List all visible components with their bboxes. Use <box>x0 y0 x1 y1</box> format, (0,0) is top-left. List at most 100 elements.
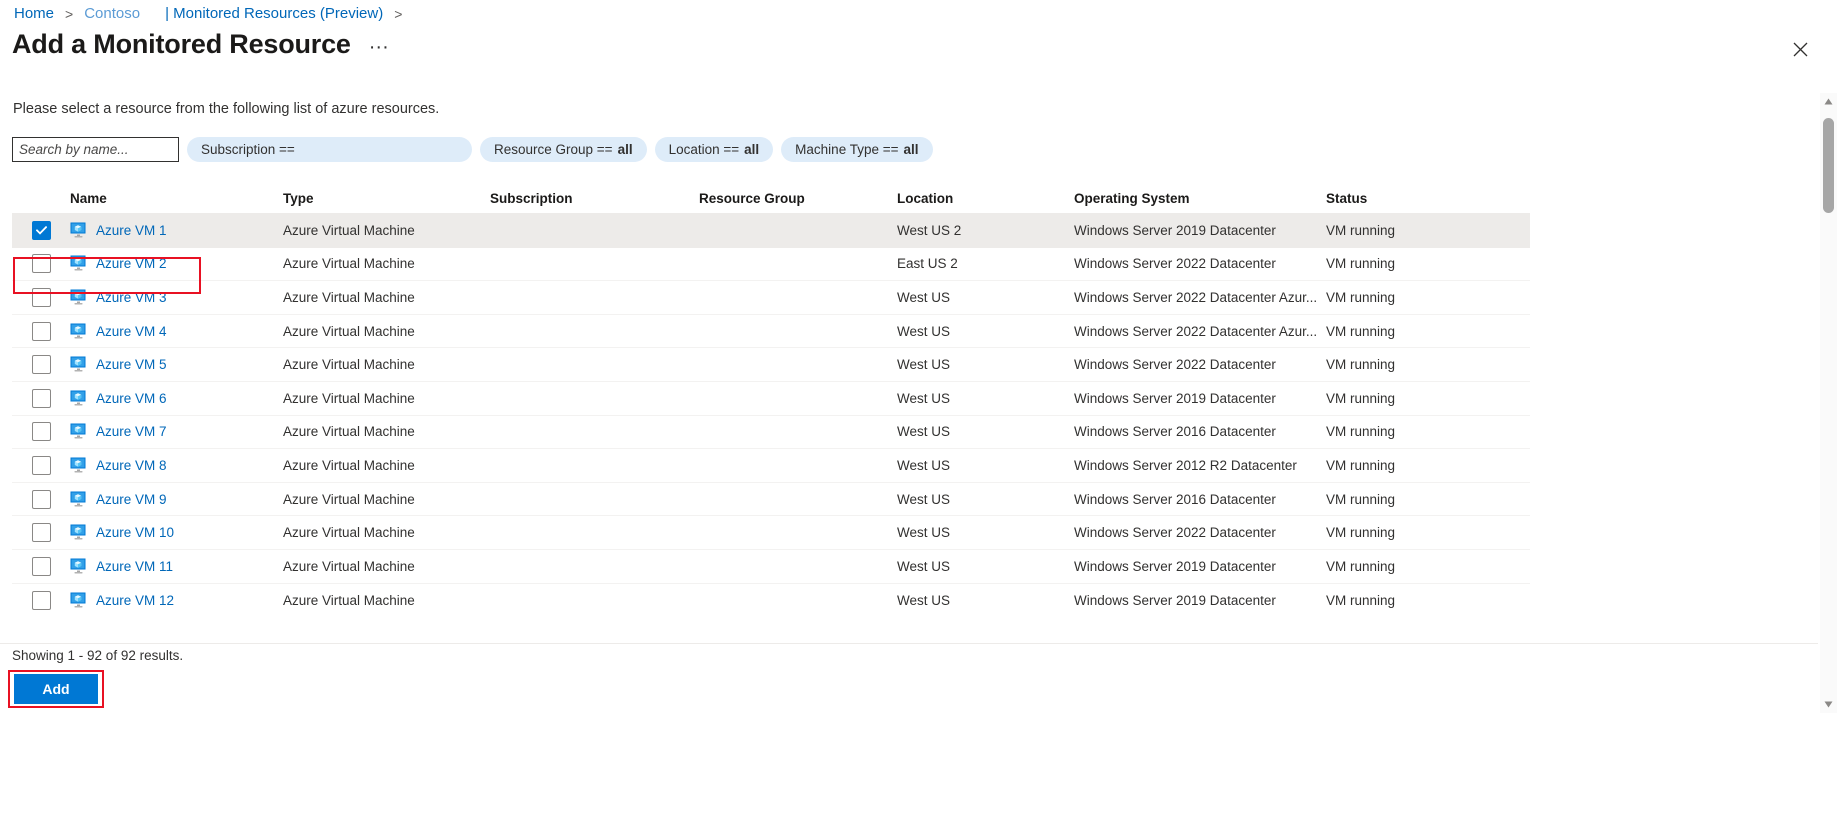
resource-link[interactable]: Azure VM 7 <box>96 424 167 439</box>
instruction-text: Please select a resource from the follow… <box>13 101 440 117</box>
cell-name: Azure VM 12 <box>70 592 283 609</box>
row-checkbox[interactable] <box>32 220 51 240</box>
row-checkbox[interactable] <box>32 254 51 274</box>
resource-link[interactable]: Azure VM 3 <box>96 290 167 305</box>
filter-pill-machine-type-label: Machine Type == <box>795 142 899 157</box>
cell-type: Azure Virtual Machine <box>283 390 415 406</box>
column-header-status[interactable]: Status <box>1326 191 1516 206</box>
column-header-operating-system[interactable]: Operating System <box>1074 191 1326 206</box>
column-header-resource-group[interactable]: Resource Group <box>699 191 897 206</box>
table-row[interactable]: Azure VM 9 Azure Virtual Machine West US… <box>12 483 1530 517</box>
table-row[interactable]: Azure VM 4 Azure Virtual Machine West US… <box>12 315 1530 349</box>
vertical-scrollbar[interactable] <box>1820 93 1837 713</box>
row-checkbox-cell <box>12 523 70 543</box>
row-checkbox-cell <box>12 489 70 509</box>
breadcrumb-item-home[interactable]: Home <box>14 4 54 24</box>
cell-type: Azure Virtual Machine <box>283 323 415 339</box>
scroll-up-arrow-icon[interactable] <box>1820 93 1837 110</box>
cell-location: West US <box>897 558 951 574</box>
cell-type: Azure Virtual Machine <box>283 558 415 574</box>
table-row[interactable]: Azure VM 1 Azure Virtual Machine West US… <box>12 214 1530 248</box>
virtual-machine-icon <box>70 255 88 272</box>
column-header-location[interactable]: Location <box>897 191 1074 206</box>
row-checkbox[interactable] <box>32 590 51 610</box>
resource-link[interactable]: Azure VM 9 <box>96 492 167 507</box>
table-bottom-divider <box>0 643 1818 644</box>
column-header-subscription[interactable]: Subscription <box>490 191 699 206</box>
filter-pill-resource-group-value: all <box>617 142 633 157</box>
resource-link[interactable]: Azure VM 12 <box>96 593 174 608</box>
row-checkbox[interactable] <box>32 388 51 408</box>
column-header-name[interactable]: Name <box>70 191 283 206</box>
cell-operating-system: Windows Server 2019 Datacenter <box>1074 222 1276 238</box>
row-checkbox[interactable] <box>32 321 51 341</box>
cell-type: Azure Virtual Machine <box>283 256 415 272</box>
cell-location: West US <box>897 323 951 339</box>
row-checkbox-cell <box>12 220 70 240</box>
table-row[interactable]: Azure VM 7 Azure Virtual Machine West US… <box>12 416 1530 450</box>
scroll-down-arrow-icon[interactable] <box>1820 696 1837 713</box>
virtual-machine-icon <box>70 323 86 339</box>
table-row[interactable]: Azure VM 8 Azure Virtual Machine West US… <box>12 449 1530 483</box>
row-checkbox[interactable] <box>32 523 51 543</box>
table-row[interactable]: Azure VM 11 Azure Virtual Machine West U… <box>12 550 1530 584</box>
cell-name: Azure VM 9 <box>70 491 283 508</box>
filter-pill-subscription[interactable]: Subscription == <box>187 137 472 162</box>
resource-link[interactable]: Azure VM 4 <box>96 324 167 339</box>
row-checkbox-cell <box>12 590 70 610</box>
close-icon[interactable] <box>1785 34 1815 64</box>
column-header-type[interactable]: Type <box>283 191 490 206</box>
cell-name: Azure VM 5 <box>70 356 283 373</box>
cell-type: Azure Virtual Machine <box>283 592 415 608</box>
filter-pill-resource-group[interactable]: Resource Group == all <box>480 137 647 162</box>
breadcrumb-item-monitored-resources[interactable]: | Monitored Resources (Preview) <box>165 4 383 24</box>
virtual-machine-icon <box>70 423 88 440</box>
cell-location: East US 2 <box>897 256 958 272</box>
table-row[interactable]: Azure VM 3 Azure Virtual Machine West US… <box>12 281 1530 315</box>
cell-status: VM running <box>1326 323 1396 339</box>
virtual-machine-icon <box>70 356 86 372</box>
filter-pill-machine-type-value: all <box>903 142 919 157</box>
row-checkbox[interactable] <box>32 422 51 442</box>
add-button[interactable]: Add <box>14 674 98 704</box>
resource-link[interactable]: Azure VM 6 <box>96 391 167 406</box>
cell-type: Azure Virtual Machine <box>283 222 415 238</box>
resource-link[interactable]: Azure VM 2 <box>96 256 167 271</box>
virtual-machine-icon <box>70 323 88 340</box>
resource-link[interactable]: Azure VM 11 <box>96 559 173 574</box>
row-checkbox[interactable] <box>32 287 51 307</box>
add-monitored-resource-page: Home > Contoso | Monitored Resources (Pr… <box>0 0 1837 826</box>
table-body: Azure VM 1 Azure Virtual Machine West US… <box>12 214 1530 617</box>
table-row[interactable]: Azure VM 5 Azure Virtual Machine West US… <box>12 348 1530 382</box>
cell-operating-system: Windows Server 2016 Datacenter <box>1074 491 1276 507</box>
table-row[interactable]: Azure VM 12 Azure Virtual Machine West U… <box>12 584 1530 618</box>
resource-link[interactable]: Azure VM 5 <box>96 357 167 372</box>
cell-status: VM running <box>1326 558 1396 574</box>
row-checkbox-cell <box>12 455 70 475</box>
resource-link[interactable]: Azure VM 10 <box>96 525 174 540</box>
scrollbar-thumb[interactable] <box>1823 118 1834 213</box>
title-row: Add a Monitored Resource ··· <box>12 27 393 61</box>
table-row[interactable]: Azure VM 6 Azure Virtual Machine West US… <box>12 382 1530 416</box>
filter-pill-location[interactable]: Location == all <box>654 137 774 162</box>
row-checkbox[interactable] <box>32 489 51 509</box>
row-checkbox-cell <box>12 556 70 576</box>
breadcrumb-item-contoso[interactable]: Contoso <box>84 4 140 24</box>
table-row[interactable]: Azure VM 10 Azure Virtual Machine West U… <box>12 516 1530 550</box>
resource-link[interactable]: Azure VM 8 <box>96 458 167 473</box>
cell-status: VM running <box>1326 592 1396 608</box>
table-row[interactable]: Azure VM 2 Azure Virtual Machine East US… <box>12 248 1530 282</box>
search-input[interactable] <box>12 137 179 162</box>
resource-link[interactable]: Azure VM 1 <box>96 223 167 238</box>
row-checkbox-cell <box>12 355 70 375</box>
cell-name: Azure VM 7 <box>70 423 283 440</box>
table-header-row: Name Type Subscription Resource Group Lo… <box>12 184 1530 214</box>
row-checkbox[interactable] <box>32 556 51 576</box>
more-options-button[interactable]: ··· <box>365 37 393 61</box>
row-checkbox[interactable] <box>32 355 51 375</box>
breadcrumb-separator-icon-2: > <box>394 6 403 22</box>
row-checkbox[interactable] <box>32 455 51 475</box>
cell-name: Azure VM 6 <box>70 390 283 407</box>
filter-pill-machine-type[interactable]: Machine Type == all <box>781 137 933 162</box>
virtual-machine-icon <box>70 592 88 609</box>
